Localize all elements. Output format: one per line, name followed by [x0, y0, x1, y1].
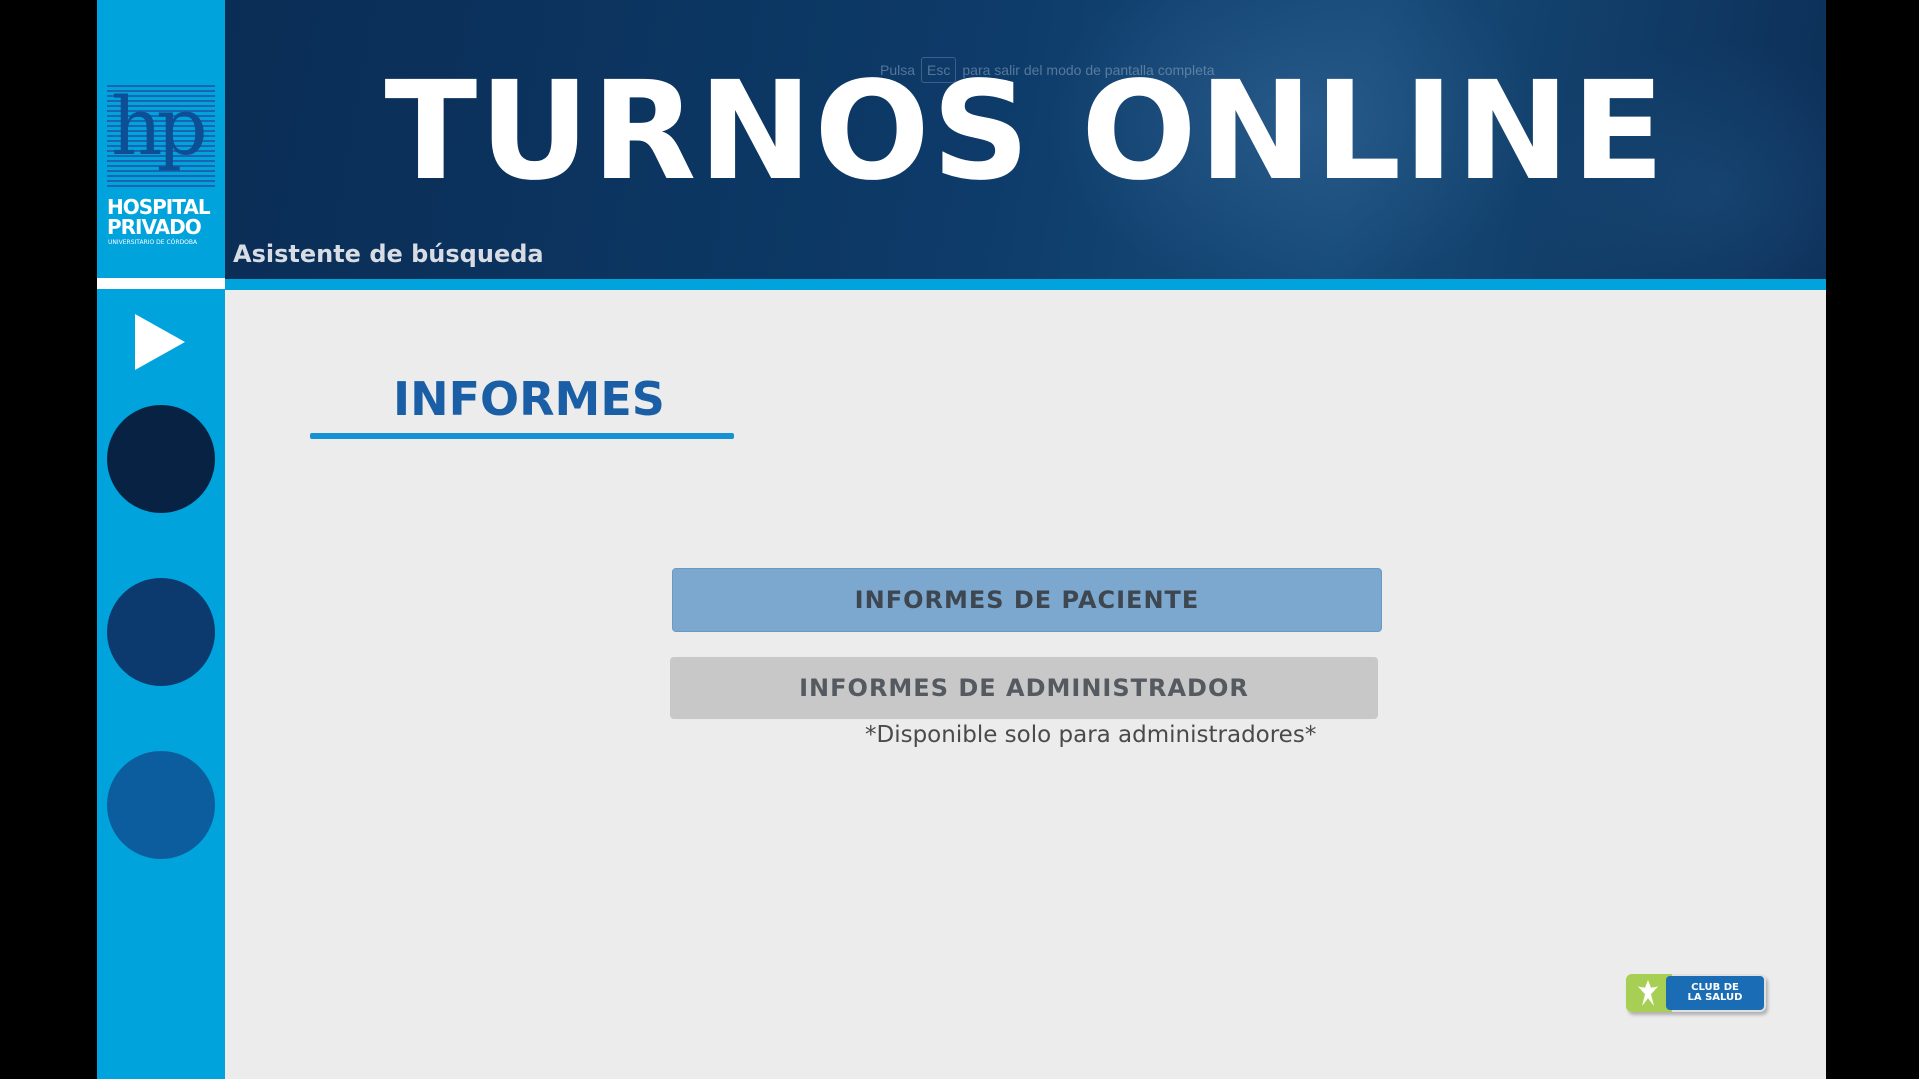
club-de-la-salud-badge[interactable]: CLUB DE LA SALUD	[1626, 974, 1766, 1012]
step-circle-2[interactable]	[107, 578, 215, 686]
admin-reports-button[interactable]: INFORMES DE ADMINISTRADOR	[670, 657, 1378, 719]
sidebar-divider	[97, 278, 227, 289]
club-label: CLUB DE LA SALUD	[1666, 976, 1764, 1010]
logo-text-hospital: HOSPITAL	[107, 195, 211, 219]
step-circle-1[interactable]	[107, 405, 215, 513]
person-icon	[1638, 980, 1658, 1006]
main-content: INFORMES INFORMES DE PACIENTE INFORMES D…	[225, 290, 1826, 1079]
logo-text-privado: PRIVADO	[107, 215, 202, 239]
club-label-line2: LA SALUD	[1687, 992, 1743, 1003]
sidebar: hp HOSPITAL PRIVADO UNIVERSITARIO DE CÓR…	[97, 0, 227, 1079]
page-subtitle: Asistente de búsqueda	[233, 240, 544, 268]
hospital-logo[interactable]: hp HOSPITAL PRIVADO UNIVERSITARIO DE CÓR…	[107, 80, 217, 246]
logo-text-universitario: UNIVERSITARIO DE CÓRDOBA	[108, 239, 198, 246]
app-window: hp HOSPITAL PRIVADO UNIVERSITARIO DE CÓR…	[97, 0, 1826, 1079]
page-title: TURNOS ONLINE	[384, 53, 1667, 211]
play-icon[interactable]	[135, 314, 185, 370]
logo-mark: hp	[111, 80, 208, 173]
section-title: INFORMES	[393, 372, 665, 426]
header-banner: Pulsa Esc para salir del modo de pantalla …	[225, 0, 1826, 280]
patient-reports-button[interactable]: INFORMES DE PACIENTE	[672, 568, 1382, 632]
admin-only-note: *Disponible solo para administradores*	[865, 722, 1317, 748]
step-circle-3[interactable]	[107, 751, 215, 859]
header-accent-bar	[225, 279, 1826, 290]
section-underline	[310, 433, 734, 439]
